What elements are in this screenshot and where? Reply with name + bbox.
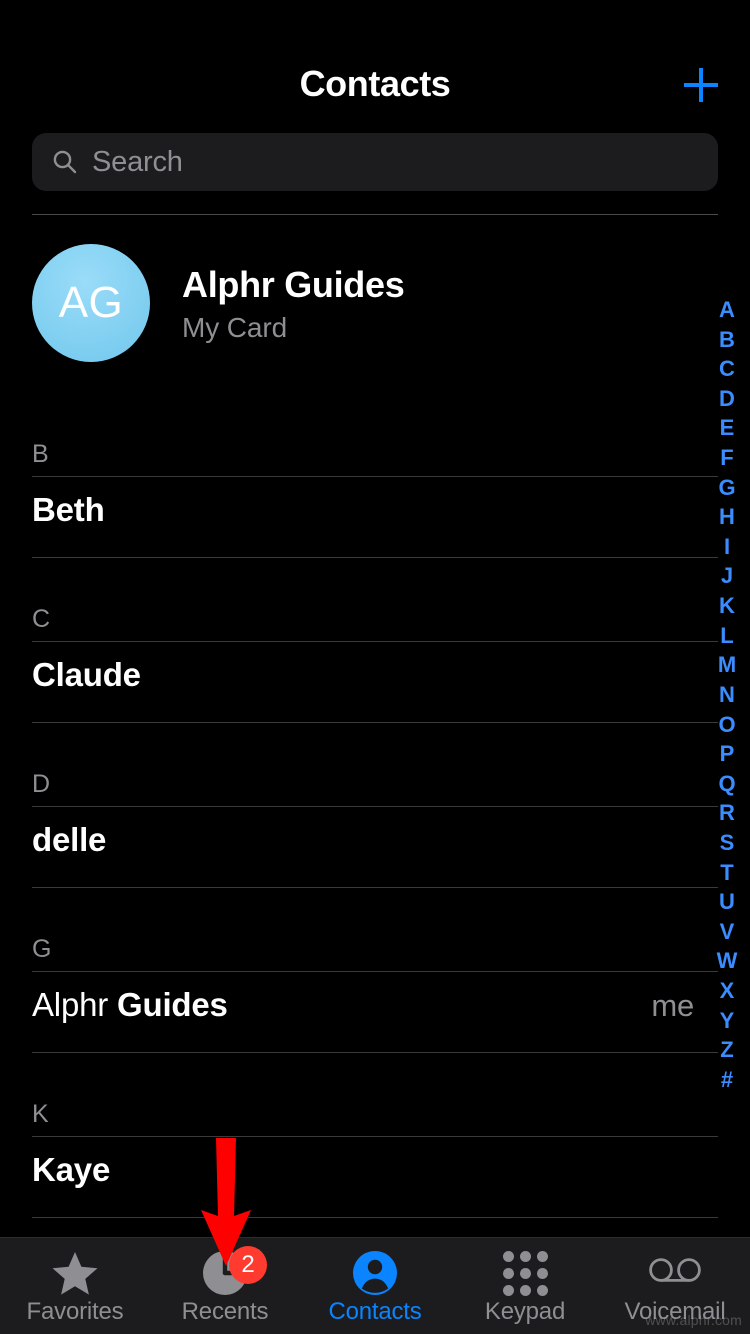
keypad-dot — [536, 1267, 548, 1279]
index-letter-g[interactable]: G — [710, 476, 744, 498]
contact-name: Claude — [32, 656, 141, 693]
index-letter-q[interactable]: Q — [710, 772, 744, 794]
index-letter-hash[interactable]: # — [710, 1068, 744, 1090]
section-header-k: K — [32, 1100, 49, 1128]
plus-icon — [684, 68, 718, 102]
index-letter-y[interactable]: Y — [710, 1009, 744, 1031]
index-letter-j[interactable]: J — [710, 565, 744, 587]
index-letter-i[interactable]: I — [710, 535, 744, 557]
index-letter-v[interactable]: V — [710, 920, 744, 942]
index-letter-d[interactable]: D — [710, 387, 744, 409]
index-letter-h[interactable]: H — [710, 506, 744, 528]
contact-row[interactable]: Alphr Guides me — [0, 972, 750, 1052]
tab-label: Favorites — [26, 1298, 124, 1325]
me-label: me — [651, 988, 694, 1023]
keypad-dot — [519, 1250, 531, 1262]
my-card-name: Alphr Guides — [182, 264, 405, 305]
index-letter-u[interactable]: U — [710, 891, 744, 913]
contact-row[interactable]: Claude — [0, 642, 750, 722]
contact-row[interactable]: delle — [0, 807, 750, 887]
tab-label: Voicemail — [624, 1298, 726, 1325]
person-icon — [353, 1251, 397, 1295]
keypad-dot — [502, 1284, 514, 1296]
index-letter-p[interactable]: P — [710, 743, 744, 765]
star-icon — [52, 1252, 98, 1295]
my-card-subtitle: My Card — [182, 312, 288, 343]
page-title: Contacts — [299, 63, 451, 104]
keypad-dot — [519, 1267, 531, 1279]
index-letter-z[interactable]: Z — [710, 1039, 744, 1061]
index-letter-m[interactable]: M — [710, 654, 744, 676]
contact-name: delle — [32, 821, 107, 858]
index-letter-x[interactable]: X — [710, 980, 744, 1002]
contact-name: Alphr Guides — [32, 986, 228, 1024]
section-header-g: G — [32, 935, 52, 963]
keypad-dot — [502, 1267, 514, 1279]
my-card-row[interactable]: AG Alphr Guides My Card — [32, 240, 632, 364]
row-separator — [32, 557, 718, 558]
contact-row[interactable]: Kaye — [0, 1137, 750, 1217]
header-divider — [32, 214, 718, 215]
keypad-dot — [502, 1250, 514, 1262]
index-letter-s[interactable]: S — [710, 831, 744, 853]
navigation-bar: Contacts — [0, 0, 750, 124]
index-letter-a[interactable]: A — [710, 299, 744, 321]
contact-family-name: Guides — [117, 986, 228, 1023]
tab-favorites[interactable]: Favorites — [0, 1238, 150, 1334]
contact-given-name: Alphr — [32, 986, 118, 1023]
keypad-dot — [536, 1250, 548, 1262]
keypad-icon — [502, 1250, 548, 1296]
avatar-initials: AG — [58, 278, 124, 327]
row-separator — [32, 887, 718, 888]
contact-row[interactable]: Beth — [0, 477, 750, 557]
index-letter-n[interactable]: N — [710, 683, 744, 705]
voicemail-icon — [649, 1258, 701, 1282]
section-header-b: B — [32, 440, 49, 468]
section-header-c: C — [32, 605, 51, 633]
tab-label: Recents — [181, 1298, 269, 1325]
contacts-screen: Contacts Search AG Alphr Guides My Card … — [0, 0, 750, 1334]
tab-recents[interactable]: 2 Recents — [150, 1238, 300, 1334]
index-letter-o[interactable]: O — [710, 713, 744, 735]
row-separator — [32, 1217, 718, 1218]
index-letter-l[interactable]: L — [710, 624, 744, 646]
index-letter-r[interactable]: R — [710, 802, 744, 824]
row-separator — [32, 1052, 718, 1053]
contact-name: Beth — [32, 491, 105, 528]
index-letter-e[interactable]: E — [710, 417, 744, 439]
avatar: AG — [32, 244, 150, 362]
tab-label: Contacts — [328, 1298, 422, 1325]
keypad-dot — [536, 1284, 548, 1296]
index-letter-k[interactable]: K — [710, 595, 744, 617]
alphabet-index-bar[interactable]: A B C D E F G H I J K L M N O P Q R S T U V W X Y Z # — [710, 299, 744, 1091]
tab-label: Keypad — [484, 1298, 566, 1325]
search-input[interactable]: Search — [32, 133, 718, 191]
tab-bar: Favorites 2 Recents Contacts Keypad Voicemail — [0, 1237, 750, 1334]
index-letter-w[interactable]: W — [710, 950, 744, 972]
contact-name: Kaye — [32, 1151, 111, 1188]
tab-contacts[interactable]: Contacts — [300, 1238, 450, 1334]
row-separator — [32, 722, 718, 723]
search-icon — [53, 150, 77, 174]
add-contact-button[interactable] — [676, 62, 726, 108]
tab-keypad[interactable]: Keypad — [450, 1238, 600, 1334]
notification-badge: 2 — [229, 1246, 267, 1284]
tab-voicemail[interactable]: Voicemail — [600, 1238, 750, 1334]
keypad-dot — [519, 1284, 531, 1296]
index-letter-t[interactable]: T — [710, 861, 744, 883]
index-letter-b[interactable]: B — [710, 328, 744, 350]
search-placeholder-text: Search — [92, 145, 183, 178]
index-letter-c[interactable]: C — [710, 358, 744, 380]
index-letter-f[interactable]: F — [710, 447, 744, 469]
section-header-d: D — [32, 770, 51, 798]
